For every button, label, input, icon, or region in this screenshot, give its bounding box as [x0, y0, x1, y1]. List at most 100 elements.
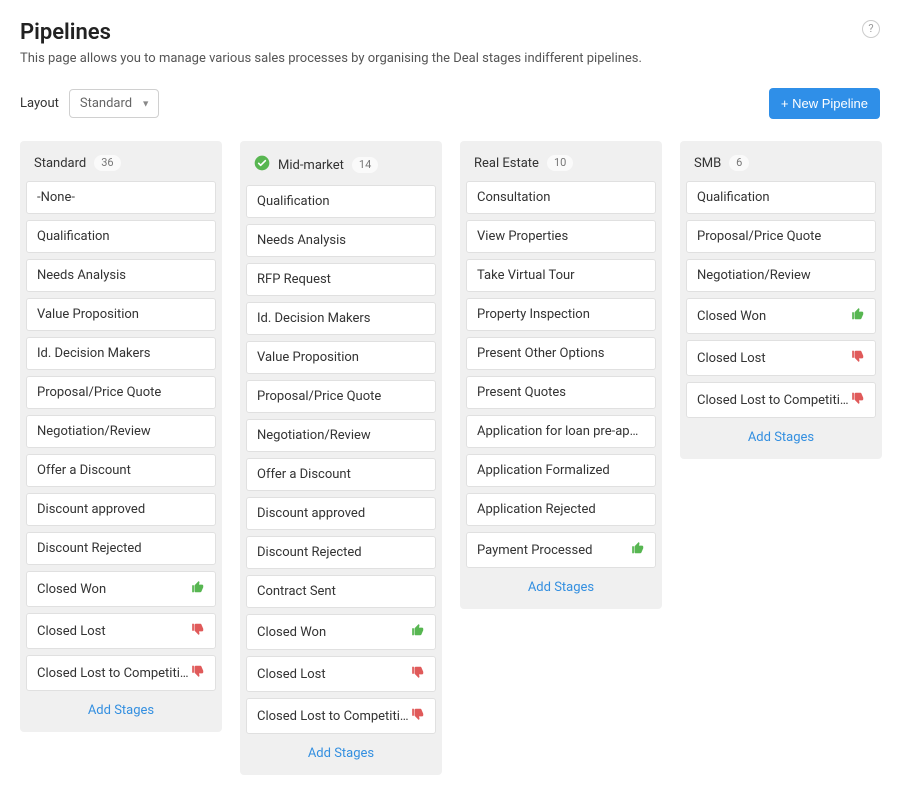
- add-stages-button[interactable]: Add Stages: [680, 418, 882, 455]
- stage-label: Closed Lost to Competition: [257, 709, 411, 724]
- stage-item[interactable]: Negotiation/Review: [246, 419, 436, 452]
- check-circle-icon: [254, 155, 270, 175]
- stage-item[interactable]: Offer a Discount: [26, 454, 216, 487]
- stage-item[interactable]: View Properties: [466, 220, 656, 253]
- pipeline-title: Standard: [34, 156, 86, 171]
- stage-item[interactable]: Present Other Options: [466, 337, 656, 370]
- stage-item[interactable]: Needs Analysis: [26, 259, 216, 292]
- stage-label: Negotiation/Review: [257, 428, 371, 443]
- stage-item[interactable]: Qualification: [26, 220, 216, 253]
- stage-item[interactable]: Negotiation/Review: [686, 259, 876, 292]
- thumb-down-icon: [411, 707, 425, 725]
- stage-item[interactable]: Id. Decision Makers: [246, 302, 436, 335]
- stage-item[interactable]: Closed Won: [246, 614, 436, 650]
- stage-item[interactable]: Closed Lost to Competition: [246, 698, 436, 734]
- thumb-up-icon: [851, 307, 865, 325]
- pipeline-header[interactable]: Standard 36: [20, 141, 222, 181]
- stage-item[interactable]: Negotiation/Review: [26, 415, 216, 448]
- stage-label: Present Other Options: [477, 346, 604, 361]
- stage-list: Consultation View Properties Take Virtual …: [460, 181, 662, 568]
- pipeline-header[interactable]: Real Estate 10: [460, 141, 662, 181]
- stage-label: Closed Lost: [257, 667, 326, 682]
- stage-label: Application for loan pre-approval: [477, 424, 645, 439]
- stage-label: Discount approved: [37, 502, 145, 517]
- page-subtitle: This page allows you to manage various s…: [20, 51, 880, 66]
- stage-label: Closed Lost to Competition: [37, 666, 191, 681]
- stage-item[interactable]: Application for loan pre-approval: [466, 415, 656, 448]
- add-stages-button[interactable]: Add Stages: [460, 568, 662, 605]
- stage-item[interactable]: Proposal/Price Quote: [246, 380, 436, 413]
- stage-label: Negotiation/Review: [697, 268, 811, 283]
- add-stages-button[interactable]: Add Stages: [20, 691, 222, 728]
- stage-item[interactable]: Closed Lost: [686, 340, 876, 376]
- pipeline-count-badge: 6: [729, 155, 749, 171]
- stage-label: Proposal/Price Quote: [697, 229, 821, 244]
- stage-item[interactable]: Closed Lost to Competition: [26, 655, 216, 691]
- stage-item[interactable]: Application Rejected: [466, 493, 656, 526]
- stage-item[interactable]: -None-: [26, 181, 216, 214]
- stage-item[interactable]: Consultation: [466, 181, 656, 214]
- stage-label: Closed Lost: [697, 351, 766, 366]
- stage-item[interactable]: Qualification: [246, 185, 436, 218]
- stage-label: Application Rejected: [477, 502, 596, 517]
- stage-item[interactable]: Proposal/Price Quote: [26, 376, 216, 409]
- stage-item[interactable]: Discount approved: [246, 497, 436, 530]
- stage-label: Take Virtual Tour: [477, 268, 575, 283]
- stage-label: Qualification: [697, 190, 770, 205]
- layout-select[interactable]: Standard ▼: [69, 89, 159, 118]
- stage-label: Discount approved: [257, 506, 365, 521]
- stage-item[interactable]: Closed Lost: [246, 656, 436, 692]
- stage-item[interactable]: Discount Rejected: [246, 536, 436, 569]
- stage-label: Id. Decision Makers: [37, 346, 151, 361]
- stage-label: Discount Rejected: [37, 541, 142, 556]
- stage-item[interactable]: RFP Request: [246, 263, 436, 296]
- pipeline-title: Mid-market: [278, 158, 344, 173]
- pipeline-count-badge: 36: [94, 155, 120, 171]
- add-stages-button[interactable]: Add Stages: [240, 734, 442, 771]
- pipeline-header[interactable]: Mid-market 14: [240, 141, 442, 185]
- stage-item[interactable]: Discount Rejected: [26, 532, 216, 565]
- thumb-down-icon: [191, 622, 205, 640]
- stage-item[interactable]: Offer a Discount: [246, 458, 436, 491]
- stage-item[interactable]: Value Proposition: [26, 298, 216, 331]
- pipeline-count-badge: 14: [352, 157, 378, 173]
- thumb-down-icon: [851, 349, 865, 367]
- stage-label: Property Inspection: [477, 307, 590, 322]
- stage-item[interactable]: Take Virtual Tour: [466, 259, 656, 292]
- stage-item[interactable]: Value Proposition: [246, 341, 436, 374]
- stage-item[interactable]: Present Quotes: [466, 376, 656, 409]
- stage-label: Value Proposition: [257, 350, 359, 365]
- stage-label: Discount Rejected: [257, 545, 362, 560]
- pipeline-header[interactable]: SMB6: [680, 141, 882, 181]
- stage-label: Application Formalized: [477, 463, 610, 478]
- thumb-down-icon: [411, 665, 425, 683]
- help-button[interactable]: ?: [862, 20, 880, 38]
- stage-item[interactable]: Application Formalized: [466, 454, 656, 487]
- stage-item[interactable]: Id. Decision Makers: [26, 337, 216, 370]
- stage-item[interactable]: Closed Won: [686, 298, 876, 334]
- stage-list: -None- Qualification Needs Analysis Value P…: [20, 181, 222, 691]
- stage-label: Id. Decision Makers: [257, 311, 371, 326]
- new-pipeline-button[interactable]: + New Pipeline: [769, 88, 880, 119]
- stage-item[interactable]: Closed Lost to Competition: [686, 382, 876, 418]
- stage-label: Needs Analysis: [257, 233, 346, 248]
- stage-item[interactable]: Proposal/Price Quote: [686, 220, 876, 253]
- pipeline-title: Real Estate: [474, 156, 539, 171]
- stage-label: View Properties: [477, 229, 568, 244]
- pipeline-count-badge: 10: [547, 155, 573, 171]
- stage-item[interactable]: Qualification: [686, 181, 876, 214]
- stage-item[interactable]: Property Inspection: [466, 298, 656, 331]
- thumb-down-icon: [851, 391, 865, 409]
- stage-label: Payment Processed: [477, 543, 592, 558]
- stage-label: Offer a Discount: [37, 463, 131, 478]
- stage-item[interactable]: Closed Lost: [26, 613, 216, 649]
- stage-list: Qualification Proposal/Price Quote Negotia…: [680, 181, 882, 418]
- stage-item[interactable]: Payment Processed: [466, 532, 656, 568]
- stage-label: Qualification: [257, 194, 330, 209]
- stage-label: Value Proposition: [37, 307, 139, 322]
- stage-item[interactable]: Contract Sent: [246, 575, 436, 608]
- stage-item[interactable]: Needs Analysis: [246, 224, 436, 257]
- stage-item[interactable]: Discount approved: [26, 493, 216, 526]
- stage-label: Offer a Discount: [257, 467, 351, 482]
- stage-item[interactable]: Closed Won: [26, 571, 216, 607]
